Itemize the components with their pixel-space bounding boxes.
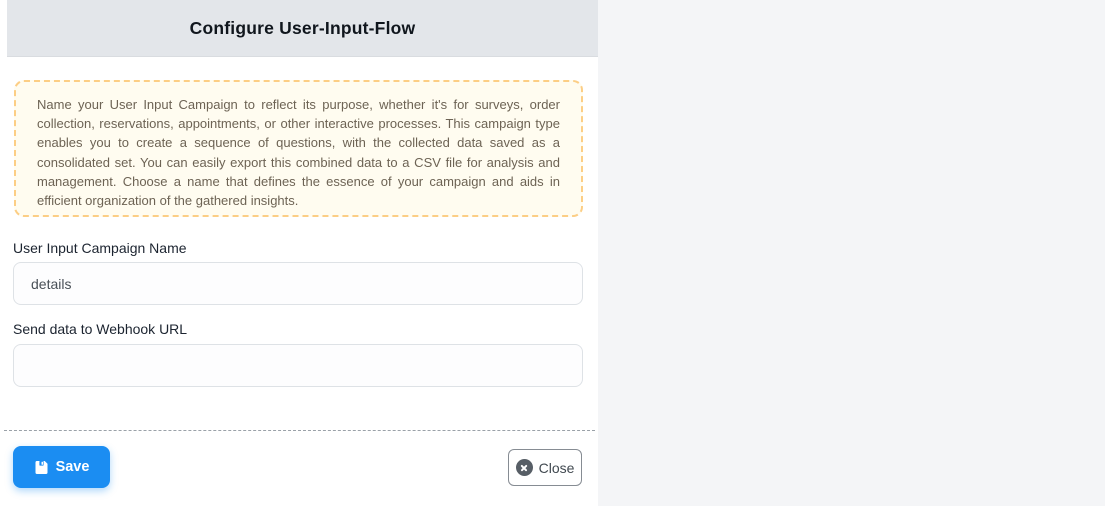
close-button-label: Close [539,460,575,476]
screen: Configure User-Input-Flow Name your User… [0,0,1105,506]
close-button[interactable]: Close [508,449,582,486]
webhook-url-label: Send data to Webhook URL [13,321,187,337]
modal-header: Configure User-Input-Flow [7,0,598,57]
campaign-name-input[interactable] [13,262,583,305]
close-x-icon [516,459,533,476]
campaign-info-notice: Name your User Input Campaign to reflect… [14,80,583,217]
campaign-name-label: User Input Campaign Name [13,240,187,256]
save-icon [34,460,49,475]
modal-title: Configure User-Input-Flow [190,18,416,39]
configure-flow-modal: Configure User-Input-Flow Name your User… [0,0,598,506]
save-button[interactable]: Save [13,446,110,488]
webhook-url-input[interactable] [13,344,583,387]
modal-footer-divider [4,430,595,431]
flow-canvas[interactable]: User Input Flow Sent [598,0,1105,506]
save-button-label: Save [56,459,90,475]
